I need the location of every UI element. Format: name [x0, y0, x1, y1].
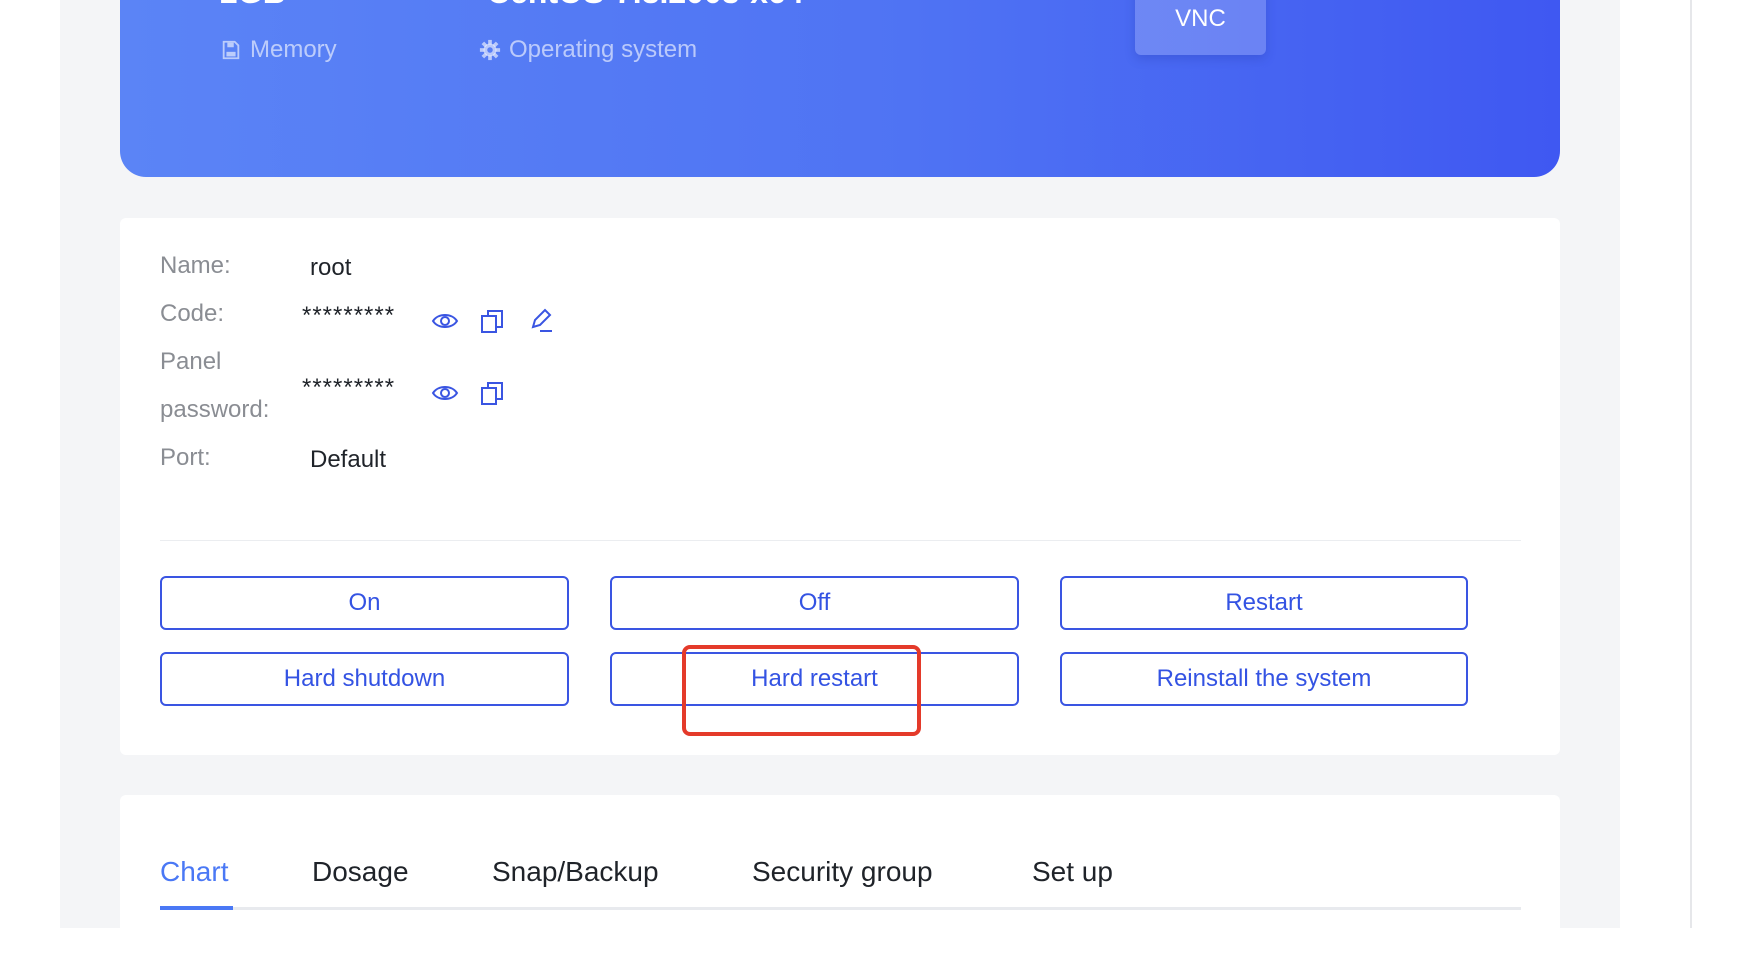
hard-restart-button[interactable]: Hard restart	[610, 652, 1019, 706]
active-tab-underline	[160, 906, 233, 910]
tabs-baseline	[160, 907, 1521, 910]
tab-chart[interactable]: Chart	[160, 856, 228, 888]
os-label: Operating system	[479, 36, 697, 64]
memory-label-text: Memory	[250, 36, 337, 63]
card-divider	[160, 540, 1521, 541]
reinstall-system-button[interactable]: Reinstall the system	[1060, 652, 1468, 706]
tabs-card: Chart Dosage Snap/Backup Security group …	[120, 795, 1560, 955]
pencil-icon[interactable]	[525, 306, 555, 336]
eye-icon[interactable]	[430, 306, 460, 336]
server-summary-banner: 2GB Memory CentOS-7.8.2003-x64 Operat	[120, 0, 1560, 177]
power-on-button[interactable]: On	[160, 576, 569, 630]
code-label: Code:	[160, 300, 225, 327]
tab-snap-backup[interactable]: Snap/Backup	[492, 856, 659, 888]
name-value: root	[310, 254, 352, 281]
os-label-text: Operating system	[509, 36, 698, 63]
memory-value: 2GB	[220, 0, 286, 11]
tab-dosage[interactable]: Dosage	[312, 856, 409, 888]
copy-icon[interactable]	[477, 378, 507, 408]
gear-icon	[479, 39, 501, 61]
panel-password-value: *********	[302, 374, 396, 401]
power-off-button[interactable]: Off	[610, 576, 1019, 630]
memory-label: Memory	[220, 36, 337, 64]
os-value: CentOS-7.8.2003-x64	[487, 0, 804, 11]
panel-password-label-line1: Panel	[160, 348, 222, 375]
vnc-button[interactable]: VNC	[1135, 0, 1266, 55]
code-value: *********	[302, 302, 396, 329]
hard-shutdown-button[interactable]: Hard shutdown	[160, 652, 569, 706]
panel-password-label-line2: password:	[160, 396, 270, 423]
tab-set-up[interactable]: Set up	[1032, 856, 1113, 888]
right-divider	[1690, 0, 1692, 928]
name-label: Name:	[160, 252, 231, 279]
port-value: Default	[310, 446, 387, 473]
eye-icon[interactable]	[430, 378, 460, 408]
server-info-card: Name: root Code: ********* Panel passwor…	[120, 218, 1560, 755]
memory-icon	[222, 40, 240, 60]
copy-icon[interactable]	[477, 306, 507, 336]
port-label: Port:	[160, 444, 211, 471]
restart-button[interactable]: Restart	[1060, 576, 1468, 630]
tab-security-group[interactable]: Security group	[752, 856, 933, 888]
